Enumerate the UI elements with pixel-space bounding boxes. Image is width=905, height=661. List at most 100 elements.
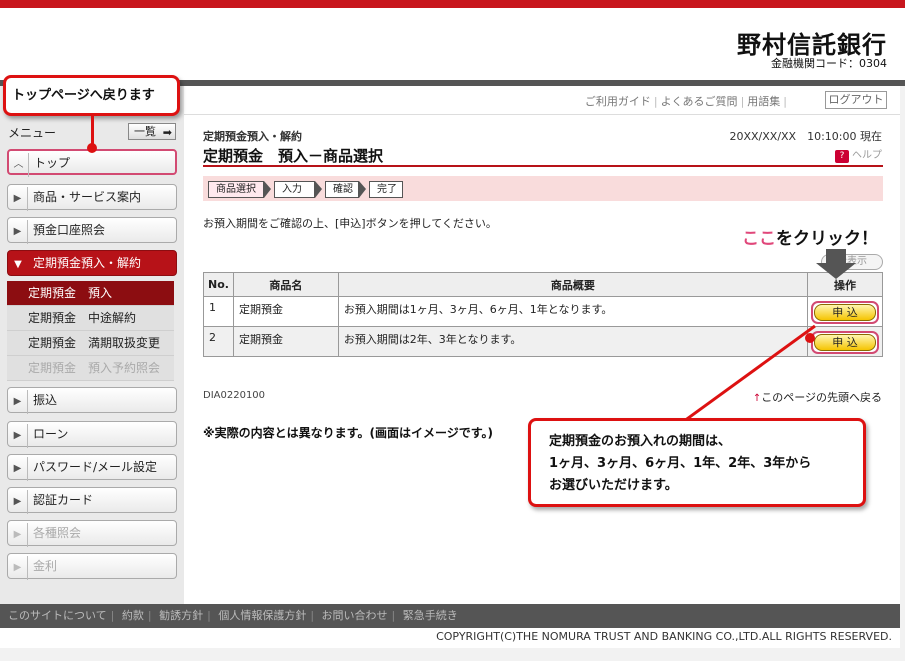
- row-summary: お預入期間は1ヶ月、3ヶ月、6ヶ月、1年となります。: [337, 296, 809, 327]
- col-header-name: 商品名: [232, 272, 339, 297]
- product-table: No. 商品名 商品概要 操作 1 定期預金 お預入期間は1ヶ月、3ヶ月、6ヶ月…: [203, 272, 883, 357]
- step-input: 入力: [274, 181, 315, 198]
- callout-line: 1ヶ月、3ヶ月、6ヶ月、1年、2年、3年から: [549, 456, 812, 471]
- menu-list-button[interactable]: 一覧 ➡: [128, 123, 176, 140]
- title-divider: [203, 165, 883, 167]
- triangle-right-icon: ▶: [8, 556, 28, 580]
- top-page-callout: トップページへ戻ります: [3, 75, 180, 116]
- click-here-text: をクリック！: [776, 229, 878, 249]
- step-arrow-icon: [264, 181, 271, 198]
- row-no: 2: [203, 326, 234, 357]
- row-no: 1: [203, 296, 234, 327]
- col-header-summary: 商品概要: [337, 272, 809, 297]
- logout-button[interactable]: ログアウト: [825, 91, 887, 109]
- click-here-emphasis: ここ: [742, 229, 776, 249]
- disclaimer-note: ※実際の内容とは異なります。(画面はイメージです。): [203, 426, 493, 440]
- help-icon: ?: [835, 150, 849, 163]
- menu-label: メニュー: [8, 126, 57, 140]
- arrow-up-icon: ↑: [752, 393, 762, 404]
- sidebar: メニュー 一覧 ➡ ︿ トップ ▶ 商品・サービス案内 ▶ 預金口座照会 ▼ 定期預金預入…: [0, 86, 184, 604]
- triangle-right-icon: ▶: [8, 424, 28, 448]
- page-title: 定期預金 預入－商品選択: [203, 147, 384, 165]
- callout-line: 定期預金のお預入れの期間は、: [549, 434, 732, 449]
- sidebar-sub-deposit[interactable]: 定期預金 預入: [7, 281, 174, 306]
- step-indicator: 商品選択 入力 確認 完了: [203, 176, 883, 201]
- menu-list-label: 一覧: [134, 125, 156, 138]
- sidebar-sub-maturity-change[interactable]: 定期預金 満期取扱変更: [7, 331, 174, 356]
- footer-link-terms[interactable]: 約款: [122, 609, 144, 622]
- callout-dot: [87, 143, 97, 153]
- sidebar-item-auth-card[interactable]: ▶ 認証カード: [7, 487, 177, 514]
- sidebar-item-label: 預金口座照会: [33, 223, 106, 237]
- page-id: DIA0220100: [203, 390, 266, 401]
- footer-link-emergency[interactable]: 緊急手続き: [403, 609, 458, 622]
- back-to-top-link[interactable]: ↑このページの先頭へ戻る: [753, 389, 882, 405]
- footer-links: このサイトについて | 約款 | 勧誘方針 | 個人情報保護方針 | お問い合わせ | 緊…: [0, 604, 900, 628]
- sidebar-item-label: 定期預金預入・解約: [33, 256, 142, 270]
- sidebar-item-label: 商品・サービス案内: [33, 190, 142, 204]
- sidebar-item-products[interactable]: ▶ 商品・サービス案内: [7, 184, 177, 211]
- step-arrow-icon: [315, 181, 322, 198]
- apply-highlight: 申 込: [811, 331, 879, 354]
- deposit-period-callout: 定期預金のお預入れの期間は、 1ヶ月、3ヶ月、6ヶ月、1年、2年、3年から お選…: [528, 418, 866, 507]
- arrow-right-icon: ➡: [162, 126, 172, 139]
- sidebar-item-interest-rates: ▶ 金利: [7, 553, 177, 580]
- instruction-text: お預入期間をご確認の上、[申込]ボタンを押してください。: [203, 217, 497, 230]
- col-header-no: No.: [203, 272, 234, 297]
- apply-button[interactable]: 申 込: [814, 304, 876, 321]
- sidebar-item-time-deposit[interactable]: ▼ 定期預金預入・解約: [7, 250, 177, 276]
- sidebar-item-label: 金利: [33, 559, 58, 573]
- apply-highlight: 申 込: [811, 301, 879, 324]
- sidebar-item-label: 振込: [33, 393, 58, 407]
- top-brand-bar: [0, 0, 905, 8]
- faq-link[interactable]: よくあるご質問: [661, 95, 738, 108]
- row-summary: お預入期間は2年、3年となります。: [337, 326, 809, 357]
- breadcrumb: 定期預金預入・解約: [203, 130, 302, 143]
- sidebar-item-inquiries: ▶ 各種照会: [7, 520, 177, 547]
- sidebar-item-label: ローン: [33, 427, 69, 441]
- sidebar-item-label: 認証カード: [33, 493, 94, 507]
- site-header: 野村信託銀行 金融機関コード：0304: [0, 8, 905, 80]
- sidebar-item-label: パスワード/メール設定: [33, 460, 158, 474]
- sidebar-item-loan[interactable]: ▶ ローン: [7, 421, 177, 448]
- sidebar-item-password-mail[interactable]: ▶ パスワード/メール設定: [7, 454, 177, 481]
- triangle-right-icon: ▶: [8, 220, 28, 244]
- sidebar-item-account-inquiry[interactable]: ▶ 預金口座照会: [7, 217, 177, 244]
- utility-links: ご利用ガイド | よくあるご質問 | 用語集 |: [584, 95, 787, 108]
- triangle-right-icon: ▶: [8, 490, 28, 514]
- help-link[interactable]: ? ヘルプ: [835, 146, 882, 163]
- triangle-down-icon: ▼: [14, 259, 22, 270]
- footer-link-contact[interactable]: お問い合わせ: [322, 609, 388, 622]
- sidebar-item-transfer[interactable]: ▶ 振込: [7, 387, 177, 414]
- callout-dot: [805, 333, 815, 343]
- triangle-right-icon: ▶: [8, 523, 28, 547]
- callout-line: お選びいただけます。: [549, 478, 678, 493]
- utility-divider: [184, 114, 900, 115]
- guide-link[interactable]: ご利用ガイド: [585, 95, 651, 108]
- footer-link-privacy[interactable]: 個人情報保護方針: [218, 609, 306, 622]
- help-label: ヘルプ: [852, 150, 882, 161]
- triangle-right-icon: ▶: [8, 457, 28, 481]
- copyright: COPYRIGHT(C)THE NOMURA TRUST AND BANKING…: [0, 628, 900, 648]
- footer-link-solicitation[interactable]: 勧誘方針: [159, 609, 203, 622]
- step-complete: 完了: [369, 181, 403, 198]
- sidebar-item-label: トップ: [34, 156, 71, 170]
- sidebar-sub-early-cancel[interactable]: 定期預金 中途解約: [7, 306, 174, 331]
- triangle-right-icon: ▶: [8, 390, 28, 414]
- apply-button[interactable]: 申 込: [814, 334, 876, 351]
- table-row: 1 定期預金 お預入期間は1ヶ月、3ヶ月、6ヶ月、1年となります。 申 込: [203, 296, 883, 327]
- table-header-row: No. 商品名 商品概要 操作: [203, 272, 883, 297]
- footer-link-about[interactable]: このサイトについて: [8, 609, 107, 622]
- step-confirm: 確認: [325, 181, 359, 198]
- chevron-up-icon: ︿: [9, 153, 29, 177]
- bottom-strip: [0, 648, 905, 661]
- current-datetime: 20XX/XX/XX 10:10:00 現在: [729, 130, 882, 143]
- row-action-cell: 申 込: [807, 326, 883, 357]
- row-action-cell: 申 込: [807, 296, 883, 327]
- glossary-link[interactable]: 用語集: [747, 95, 780, 108]
- bank-code: 金融機関コード：0304: [771, 57, 887, 70]
- step-product-select: 商品選択: [208, 181, 264, 198]
- back-to-top-label: このページの先頭へ戻る: [761, 391, 882, 404]
- sidebar-sub-reservation-inquiry: 定期預金 預入予約照会: [7, 356, 174, 381]
- triangle-right-icon: ▶: [8, 187, 28, 211]
